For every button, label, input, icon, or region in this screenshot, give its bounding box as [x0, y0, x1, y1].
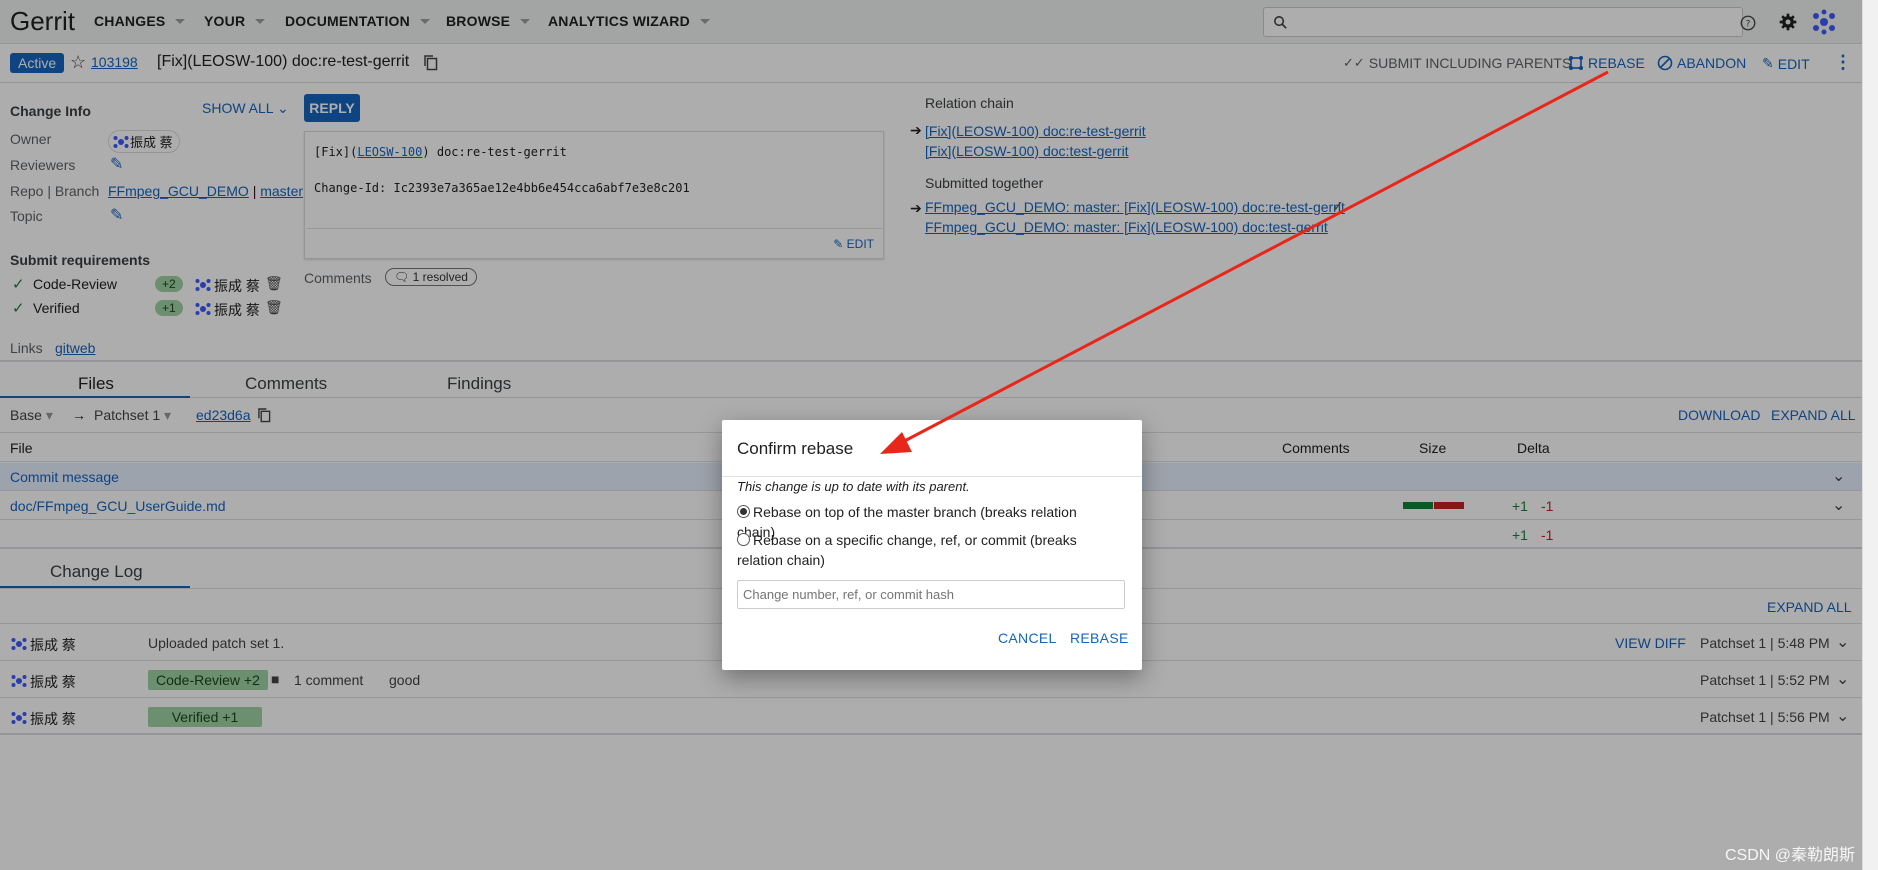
page-scrollbar[interactable]: [1862, 0, 1878, 870]
watermark: CSDN @秦勒朗斯: [1725, 847, 1856, 864]
annotation-arrow: [880, 70, 1609, 454]
